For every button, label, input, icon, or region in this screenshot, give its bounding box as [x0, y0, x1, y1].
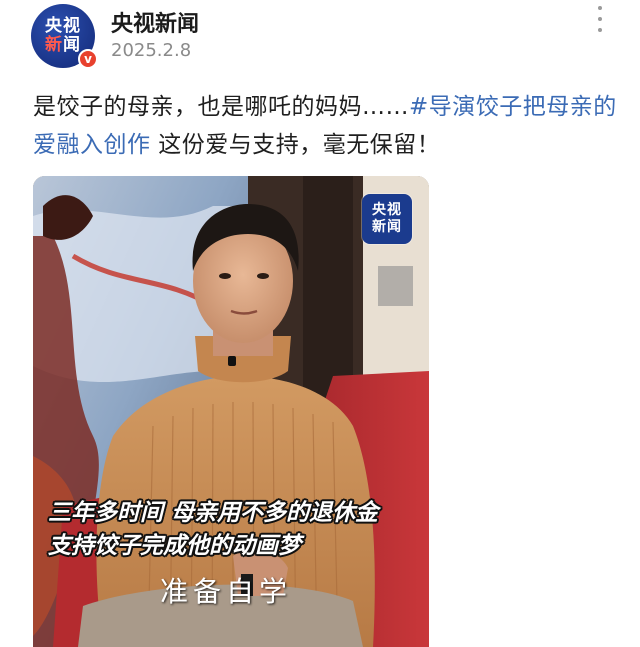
video-subtitle-line2: 支持饺子完成他的动画梦	[48, 533, 301, 559]
post-text-tail: 这份爱与支持，毫无保留！	[150, 132, 441, 158]
video-handwritten-caption: 准备自学	[160, 575, 293, 608]
avatar-logo-red-char: 新	[45, 35, 63, 55]
account-name[interactable]: 央视新闻	[111, 6, 199, 38]
watermark-line2: 新闻	[372, 219, 402, 235]
avatar-logo-line2: 新闻	[45, 36, 81, 55]
video-subtitle-line1: 三年多时间 母亲用不多的退休金	[48, 500, 379, 526]
verified-badge-icon: v	[78, 49, 98, 69]
post-text-main: 是饺子的母亲，也是哪吒的妈妈……	[33, 94, 409, 120]
watermark-line1: 央视	[372, 202, 402, 218]
avatar-logo-line1: 央视	[45, 16, 81, 36]
weibo-post: 央视 新闻 v 央视新闻 2025.2.8 是饺子的母亲，也是哪吒的妈妈……#导…	[0, 0, 640, 647]
cctv-news-watermark: 央视 新闻	[362, 194, 412, 244]
more-vertical-icon[interactable]	[590, 6, 610, 32]
post-date: 2025.2.8	[111, 40, 192, 61]
menu-dot	[598, 28, 602, 32]
menu-dot	[598, 6, 602, 10]
avatar-logo-white-char: 闻	[63, 35, 81, 55]
post-text: 是饺子的母亲，也是哪吒的妈妈……#导演饺子把母亲的爱融入创作 这份爱与支持，毫无…	[33, 88, 623, 164]
menu-dot	[598, 17, 602, 21]
